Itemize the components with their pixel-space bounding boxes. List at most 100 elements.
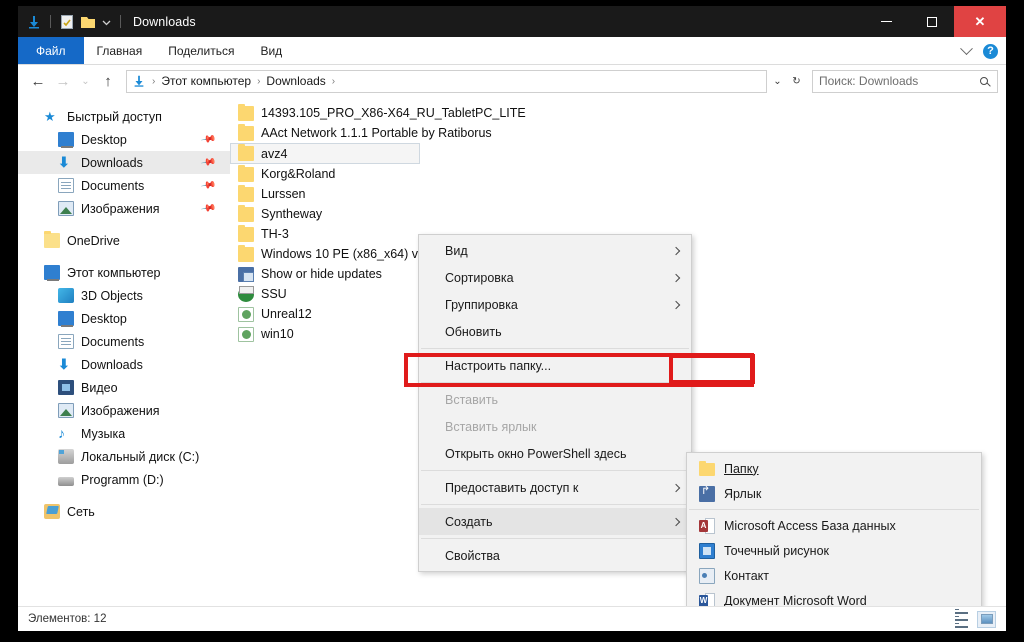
- pin-icon[interactable]: 📌: [200, 177, 217, 193]
- submenu-item-bitmap-image[interactable]: Точечный рисунок: [687, 538, 981, 563]
- submenu-item-folder[interactable]: Папку: [687, 456, 981, 481]
- sidebar-item-pictures-pc[interactable]: Изображения: [18, 399, 230, 422]
- new-folder-icon[interactable]: [80, 14, 96, 30]
- sidebar-label: Programm (D:): [81, 472, 164, 487]
- context-menu-item-properties[interactable]: Свойства: [419, 542, 691, 569]
- tab-home[interactable]: Главная: [84, 37, 156, 64]
- sidebar-group-quick-access[interactable]: ★ Быстрый доступ: [18, 105, 230, 128]
- pin-icon[interactable]: 📌: [200, 200, 217, 216]
- list-item[interactable]: AAct Network 1.1.1 Portable by Ratiborus: [230, 123, 1006, 143]
- drive-icon: [58, 449, 74, 464]
- maximize-button[interactable]: [909, 6, 954, 37]
- computer-icon: [44, 265, 60, 281]
- context-menu-item-view[interactable]: Вид: [419, 237, 691, 264]
- sidebar-item-desktop[interactable]: Desktop 📌: [18, 128, 230, 151]
- search-box[interactable]: Поиск: Downloads: [812, 69, 998, 93]
- close-button[interactable]: ✕: [954, 6, 1006, 37]
- sidebar-item-network[interactable]: Сеть: [18, 500, 230, 523]
- sidebar-label: Изображения: [81, 201, 160, 216]
- pin-icon[interactable]: 📌: [200, 131, 217, 147]
- details-view-icon: [955, 608, 968, 630]
- sidebar-item-downloads[interactable]: ⬇ Downloads 📌: [18, 151, 230, 174]
- chevron-down-icon[interactable]: [960, 41, 973, 55]
- properties-icon[interactable]: [59, 14, 75, 30]
- list-item[interactable]: Syntheway: [230, 204, 1006, 224]
- sidebar-group-this-pc[interactable]: Этот компьютер: [18, 261, 230, 284]
- view-mode-buttons: [952, 608, 996, 630]
- context-menu-item-sort[interactable]: Сортировка: [419, 264, 691, 291]
- back-button[interactable]: ←: [26, 68, 50, 94]
- monitor-icon: [58, 132, 74, 148]
- sidebar-item-video[interactable]: Видео: [18, 376, 230, 399]
- sidebar-label: Изображения: [81, 403, 160, 418]
- sidebar-item-local-disk-c[interactable]: Локальный диск (C:): [18, 445, 230, 468]
- folder-icon: [238, 224, 254, 242]
- menu-separator: [421, 504, 689, 505]
- recent-locations-button[interactable]: ⌄: [76, 68, 95, 94]
- menu-label: Контакт: [724, 568, 770, 583]
- submenu-item-shortcut[interactable]: Ярлык: [687, 481, 981, 506]
- folder-icon: [238, 244, 254, 262]
- sidebar-item-downloads-pc[interactable]: ⬇ Downloads: [18, 353, 230, 376]
- word-icon: W: [699, 592, 715, 606]
- context-menu-item-group[interactable]: Группировка: [419, 291, 691, 318]
- sidebar-item-documents-pc[interactable]: Documents: [18, 330, 230, 353]
- list-item[interactable]: 14393.105_PRO_X86-X64_RU_TabletPC_LITE: [230, 103, 1006, 123]
- context-menu-item-new[interactable]: Создать: [419, 508, 691, 535]
- sidebar-item-documents[interactable]: Documents 📌: [18, 174, 230, 197]
- list-item[interactable]: Korg&Roland: [230, 164, 1006, 184]
- sidebar-label: Локальный диск (C:): [81, 449, 200, 464]
- list-item-selected[interactable]: avz4: [230, 143, 420, 164]
- forward-button[interactable]: →: [51, 68, 75, 94]
- sidebar-item-pictures[interactable]: Изображения 📌: [18, 197, 230, 220]
- screenshot-root: Downloads ✕ Файл Главная Поделиться Вид …: [0, 0, 1024, 642]
- file-name: AAct Network 1.1.1 Portable by Ratiborus: [261, 126, 492, 140]
- refresh-button[interactable]: ↻: [787, 68, 806, 94]
- tab-share[interactable]: Поделиться: [155, 37, 247, 64]
- sidebar-item-3d-objects[interactable]: 3D Objects: [18, 284, 230, 307]
- pin-icon[interactable]: 📌: [200, 154, 217, 170]
- context-menu-item-customize-folder[interactable]: Настроить папку...: [419, 352, 691, 379]
- ribbon-tab-bar: Файл Главная Поделиться Вид ?: [18, 37, 1006, 65]
- sidebar-item-onedrive[interactable]: OneDrive: [18, 229, 230, 252]
- context-menu-item-open-powershell[interactable]: Открыть окно PowerShell здесь: [419, 440, 691, 467]
- submenu-item-access-database[interactable]: A Microsoft Access База данных: [687, 513, 981, 538]
- tab-view[interactable]: Вид: [247, 37, 295, 64]
- file-name: 14393.105_PRO_X86-X64_RU_TabletPC_LITE: [261, 106, 526, 120]
- folder-icon: [238, 164, 254, 182]
- sidebar-item-programm-d[interactable]: Programm (D:): [18, 468, 230, 491]
- address-field[interactable]: › Этот компьютер › Downloads ›: [126, 69, 767, 93]
- submenu-item-contact[interactable]: Контакт: [687, 563, 981, 588]
- network-icon: [44, 504, 60, 519]
- menu-separator: [421, 538, 689, 539]
- context-menu-item-paste-shortcut: Вставить ярлык: [419, 413, 691, 440]
- sidebar-item-music[interactable]: ♪ Музыка: [18, 422, 230, 445]
- submenu-item-word-document[interactable]: W Документ Microsoft Word: [687, 588, 981, 606]
- search-placeholder: Поиск: Downloads: [819, 74, 919, 88]
- menu-label: Свойства: [445, 548, 500, 563]
- list-item[interactable]: Lurssen: [230, 184, 1006, 204]
- up-button[interactable]: ↑: [96, 68, 120, 94]
- large-icons-view-button[interactable]: [977, 610, 996, 628]
- menu-label: Обновить: [445, 324, 502, 339]
- help-icon[interactable]: ?: [983, 43, 998, 59]
- sidebar-item-desktop-pc[interactable]: Desktop: [18, 307, 230, 330]
- downloads-arrow-icon[interactable]: [26, 14, 42, 30]
- tab-file[interactable]: Файл: [18, 37, 84, 64]
- file-name: Korg&Roland: [261, 167, 336, 181]
- context-menu-item-give-access-to[interactable]: Предоставить доступ к: [419, 474, 691, 501]
- address-dropdown-button[interactable]: ⌄: [768, 68, 787, 94]
- details-view-button[interactable]: [952, 608, 971, 630]
- file-name: Lurssen: [261, 187, 306, 201]
- chevron-down-icon[interactable]: [101, 14, 112, 30]
- chevron-right-icon: [671, 300, 681, 309]
- file-name: TH-3: [261, 227, 289, 241]
- context-menu-item-refresh[interactable]: Обновить: [419, 318, 691, 345]
- minimize-button[interactable]: [864, 6, 909, 37]
- breadcrumb-this-pc[interactable]: Этот компьютер: [161, 74, 251, 88]
- breadcrumb-downloads[interactable]: Downloads: [266, 74, 325, 88]
- quick-access-toolbar: Downloads: [18, 14, 196, 30]
- file-name: win10: [261, 327, 294, 341]
- file-name: Unreal12: [261, 307, 312, 321]
